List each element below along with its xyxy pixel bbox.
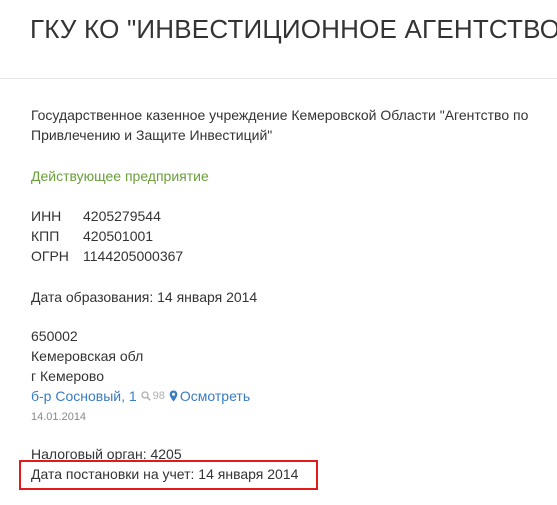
company-card-page: ГКУ КО "ИНВЕСТИЦИОННОЕ АГЕНТСТВО" Госуда… — [0, 0, 557, 505]
address-date: 14.01.2014 — [31, 411, 87, 423]
search-icon — [141, 391, 151, 401]
address-city: г Кемерово — [31, 368, 104, 384]
ogrn-label: ОГРН — [31, 248, 69, 264]
registration-date: Дата образования: 14 января 2014 — [31, 289, 258, 305]
address-postcode: 650002 — [31, 328, 78, 344]
inn-row: ИНН 4205279544 — [31, 206, 183, 226]
views-counter: 98 — [141, 386, 165, 406]
address-street-row: б-р Сосновый, 1 98 Осмотреть — [31, 386, 250, 406]
kpp-label: КПП — [31, 228, 60, 244]
page-title: ГКУ КО "ИНВЕСТИЦИОННОЕ АГЕНТСТВО" — [30, 14, 557, 44]
ogrn-value: 1144205000367 — [83, 248, 184, 264]
map-marker-icon — [169, 390, 178, 402]
address-region: Кемеровская обл — [31, 348, 144, 364]
status-badge: Действующее предприятие — [31, 168, 209, 184]
ogrn-row: ОГРН 1144205000367 — [31, 246, 183, 266]
inn-label: ИНН — [31, 208, 62, 224]
address-block: 650002 Кемеровская обл г Кемерово б-р Со… — [31, 326, 250, 426]
view-on-map-label: Осмотреть — [179, 388, 251, 404]
kpp-value: 420501001 — [83, 228, 154, 244]
page-header: ГКУ КО "ИНВЕСТИЦИОННОЕ АГЕНТСТВО" — [0, 0, 557, 79]
company-codes: ИНН 4205279544 КПП 420501001 ОГРН 114420… — [31, 206, 183, 266]
inn-value: 4205279544 — [83, 208, 161, 224]
view-on-map-link[interactable]: Осмотреть — [169, 386, 250, 406]
highlight-box — [19, 460, 318, 490]
street-link[interactable]: б-р Сосновый, 1 — [31, 386, 137, 406]
kpp-row: КПП 420501001 — [31, 226, 183, 246]
views-count: 98 — [152, 390, 165, 402]
company-full-name: Государственное казенное учреждение Кеме… — [31, 107, 529, 143]
